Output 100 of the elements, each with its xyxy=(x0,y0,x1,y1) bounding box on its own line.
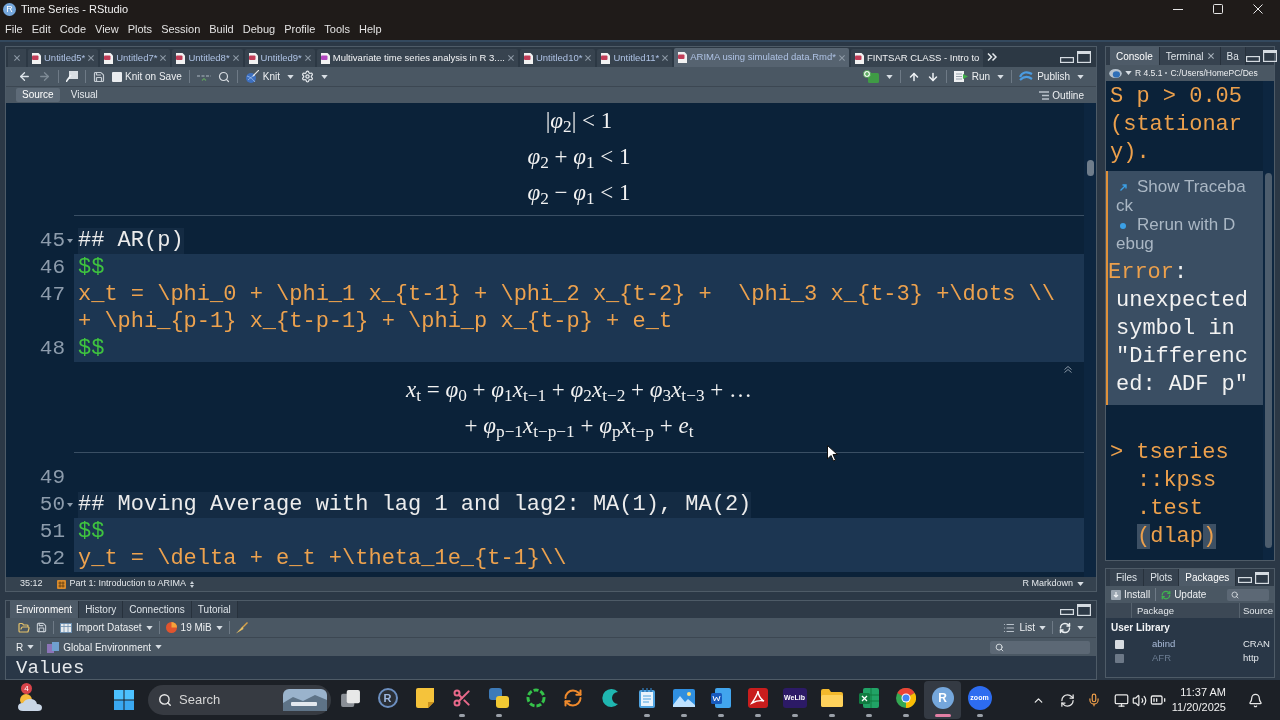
caret-icon[interactable] xyxy=(145,625,153,630)
search-field[interactable] xyxy=(990,640,1090,654)
install-button[interactable]: Install xyxy=(1111,587,1151,602)
refresh-icon[interactable] xyxy=(1059,621,1071,634)
speaker-icon[interactable] xyxy=(1131,692,1147,708)
open-folder-icon[interactable] xyxy=(18,621,30,634)
caret-icon[interactable] xyxy=(1077,582,1084,586)
search-field[interactable]: Search xyxy=(148,685,331,715)
menu-item[interactable]: File xyxy=(5,20,23,38)
checkbox[interactable] xyxy=(112,71,122,82)
microphone-icon[interactable] xyxy=(1086,693,1101,707)
working-directory[interactable]: C:/Users/HomePC/Des xyxy=(1170,66,1258,80)
pane-tab[interactable]: Tutorial xyxy=(191,601,238,618)
menu-item[interactable]: Build xyxy=(209,20,234,38)
fold-arrow-icon[interactable] xyxy=(66,502,73,507)
outline-button[interactable]: Outline xyxy=(1039,87,1084,103)
insert-chunk-icon[interactable] xyxy=(862,70,879,83)
import-dataset-button[interactable]: Import Dataset xyxy=(60,620,153,635)
menu-item[interactable]: Debug xyxy=(242,20,276,38)
editor-tab[interactable]: Untitled9* xyxy=(244,49,315,67)
minimize-pane-icon[interactable] xyxy=(1238,577,1252,583)
maximize-pane-icon[interactable] xyxy=(1262,50,1277,62)
caret-icon[interactable] xyxy=(1039,625,1046,630)
clock-time[interactable]: 11:37 AM xyxy=(1180,685,1226,700)
editor-tab[interactable]: Untitled8* xyxy=(172,49,243,67)
pane-tab[interactable]: Plots xyxy=(1144,569,1180,586)
checkbox[interactable] xyxy=(1114,639,1124,649)
caret-icon[interactable] xyxy=(1125,71,1132,75)
spellcheck-icon[interactable] xyxy=(196,72,211,81)
caret-icon[interactable] xyxy=(997,74,1005,79)
up-arrow-icon[interactable] xyxy=(907,70,920,83)
caret-icon[interactable] xyxy=(286,74,294,79)
editor-tab[interactable]: Untitled7* xyxy=(100,49,171,67)
pane-tab[interactable]: Connections xyxy=(123,601,192,618)
menu-item[interactable]: Plots xyxy=(127,20,153,38)
show-traceback-link[interactable]: Show Traceba ck xyxy=(1116,177,1263,215)
search-field[interactable] xyxy=(1227,588,1269,601)
scrollbar-thumb[interactable] xyxy=(1265,173,1272,548)
minimize-pane-icon[interactable] xyxy=(1060,609,1074,615)
column-header[interactable]: Package xyxy=(1132,603,1240,618)
menu-item[interactable]: Help xyxy=(359,20,382,38)
settings-icon[interactable] xyxy=(300,70,314,83)
menu-item[interactable]: Tools xyxy=(324,20,351,38)
save-icon[interactable] xyxy=(36,622,47,633)
search-icon[interactable] xyxy=(217,70,230,83)
start-icon[interactable] xyxy=(114,690,134,710)
more-tabs-icon[interactable] xyxy=(987,53,998,61)
mode-tab[interactable]: Visual xyxy=(67,88,101,102)
editor-tab[interactable]: ARIMA using simulated data.Rmd* xyxy=(674,48,849,67)
checkbox[interactable] xyxy=(1114,654,1124,663)
r-logo-icon[interactable] xyxy=(1109,68,1122,78)
update-button[interactable]: Update xyxy=(1161,587,1207,602)
sync-icon[interactable] xyxy=(1059,692,1075,708)
caret-icon[interactable] xyxy=(1077,625,1084,630)
package-name[interactable]: abind xyxy=(1132,636,1240,652)
clock-date[interactable]: 11/20/2025 xyxy=(1171,700,1226,715)
pane-tab[interactable]: Terminal xyxy=(1159,47,1221,65)
editor-tab[interactable]: FINTSAR CLASS - Intro to xyxy=(850,49,984,67)
caret-icon[interactable] xyxy=(885,74,893,79)
file-type-selector[interactable]: R Markdown xyxy=(1022,577,1084,591)
pane-tab[interactable]: Packages xyxy=(1179,569,1237,586)
pane-tab[interactable]: Console xyxy=(1110,47,1160,65)
back-arrow-icon[interactable] xyxy=(18,70,31,83)
caret-icon[interactable] xyxy=(215,625,223,630)
maximize-icon[interactable] xyxy=(1213,4,1223,14)
editor-tab[interactable]: Multivariate time series analysis in R 3.... xyxy=(316,49,518,67)
monitor-icon[interactable] xyxy=(1113,692,1129,708)
notification-icon[interactable] xyxy=(1248,692,1263,708)
memory-usage-button[interactable]: 19 MiB xyxy=(165,620,223,635)
knit-button[interactable]: Knit xyxy=(244,69,280,84)
collapse-icon[interactable] xyxy=(1064,366,1072,373)
maximize-pane-icon[interactable] xyxy=(1077,603,1091,616)
down-arrow-icon[interactable] xyxy=(926,70,939,83)
minimize-pane-icon[interactable] xyxy=(1245,55,1260,62)
broom-icon[interactable] xyxy=(235,621,248,634)
menu-item[interactable]: Profile xyxy=(284,20,316,38)
editor-tab[interactable]: Untitled11* xyxy=(597,49,673,67)
environment-selector[interactable]: Global Environment xyxy=(47,639,163,655)
new-window-icon[interactable] xyxy=(66,71,78,82)
language-selector[interactable]: R xyxy=(16,639,35,655)
editor-tab[interactable]: Untitled10* xyxy=(519,49,596,67)
pane-tab[interactable]: Files xyxy=(1110,569,1145,586)
rerun-debug-link[interactable]: Rerun with D ebug xyxy=(1116,215,1263,253)
column-header[interactable]: Source xyxy=(1240,603,1274,618)
pane-tab[interactable]: Ba xyxy=(1220,47,1246,65)
editor-tab[interactable]: Untitled5* xyxy=(28,49,99,67)
fold-arrow-icon[interactable] xyxy=(66,238,73,243)
weather-icon[interactable] xyxy=(17,691,43,711)
caret-icon[interactable] xyxy=(320,74,328,79)
menu-item[interactable]: Edit xyxy=(31,20,51,38)
menu-item[interactable]: Session xyxy=(161,20,201,38)
pane-tab[interactable]: History xyxy=(79,601,124,618)
maximize-pane-icon[interactable] xyxy=(1077,51,1091,63)
run-button[interactable]: Run xyxy=(953,69,991,84)
maximize-pane-icon[interactable] xyxy=(1255,571,1269,584)
battery-icon[interactable] xyxy=(1149,692,1166,708)
taskbar-app[interactable]: R xyxy=(369,681,406,719)
caret-icon[interactable] xyxy=(27,645,35,649)
minimize-icon[interactable] xyxy=(1173,8,1183,10)
tab-fragment[interactable] xyxy=(8,49,26,67)
